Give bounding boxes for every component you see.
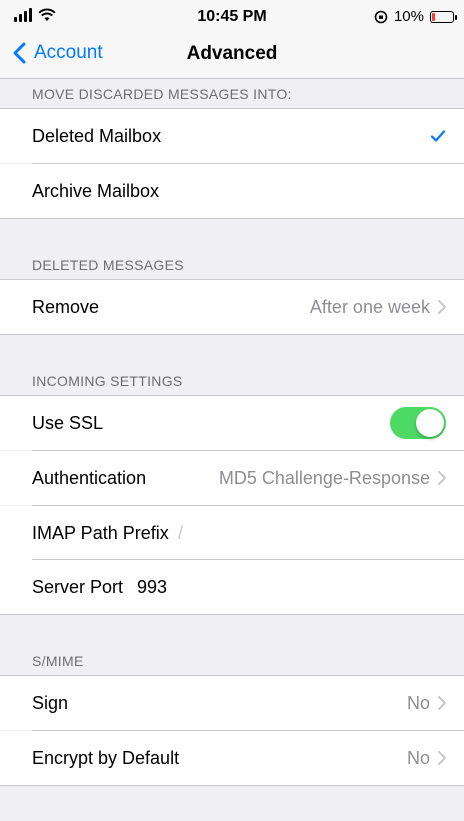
remove-value: After one week <box>309 296 430 317</box>
encrypt-by-default-row[interactable]: Encrypt by Default No <box>0 731 464 785</box>
status-bar: 10:45 PM 10% <box>0 0 464 36</box>
divider <box>0 614 464 615</box>
status-right: 10% <box>374 8 457 25</box>
chevron-right-icon <box>438 471 446 485</box>
orientation-lock-icon <box>374 10 388 23</box>
chevron-right-icon <box>438 696 446 710</box>
divider <box>0 785 464 786</box>
divider <box>0 218 464 219</box>
option-archive-mailbox[interactable]: Archive Mailbox <box>0 164 464 218</box>
imap-path-prefix-field[interactable]: / <box>178 523 183 544</box>
remove-row[interactable]: Remove After one week <box>0 280 464 334</box>
option-deleted-mailbox[interactable]: Deleted Mailbox <box>0 109 464 163</box>
section-header-deleted-messages: DELETED MESSAGES <box>32 257 184 273</box>
sign-row[interactable]: Sign No <box>0 676 464 730</box>
remove-label: Remove <box>32 296 100 317</box>
sign-label: Sign <box>32 692 69 713</box>
server-port-row: Server Port 993 <box>0 560 464 614</box>
server-port-field[interactable]: 993 <box>137 577 167 598</box>
option-label: Archive Mailbox <box>32 180 160 201</box>
chevron-right-icon <box>438 751 446 765</box>
imap-path-prefix-row: IMAP Path Prefix / <box>0 506 464 560</box>
use-ssl-label: Use SSL <box>32 412 104 433</box>
sign-value: No <box>406 692 430 713</box>
option-label: Deleted Mailbox <box>32 125 162 146</box>
toggle-knob <box>416 409 444 437</box>
checkmark-icon <box>430 130 446 142</box>
authentication-row[interactable]: Authentication MD5 Challenge-Response <box>0 451 464 505</box>
battery-level <box>432 12 435 21</box>
encrypt-by-default-label: Encrypt by Default <box>32 747 180 768</box>
battery-icon <box>430 10 457 23</box>
use-ssl-toggle[interactable] <box>390 407 446 439</box>
section-header-incoming: INCOMING SETTINGS <box>32 373 183 389</box>
imap-path-prefix-label: IMAP Path Prefix <box>32 522 169 543</box>
navigation-bar: Account Advanced <box>0 36 464 79</box>
encrypt-by-default-value: No <box>406 747 430 768</box>
battery-percent: 10% <box>393 8 424 25</box>
section-header-discarded: MOVE DISCARDED MESSAGES INTO: <box>32 86 292 102</box>
page-title: Advanced <box>186 43 278 64</box>
section-header-smime: S/MIME <box>32 653 84 669</box>
divider <box>0 334 464 335</box>
chevron-right-icon <box>438 300 446 314</box>
authentication-value: MD5 Challenge-Response <box>218 467 430 488</box>
use-ssl-row: Use SSL <box>0 396 464 450</box>
server-port-label: Server Port <box>32 576 124 597</box>
authentication-label: Authentication <box>32 467 147 488</box>
